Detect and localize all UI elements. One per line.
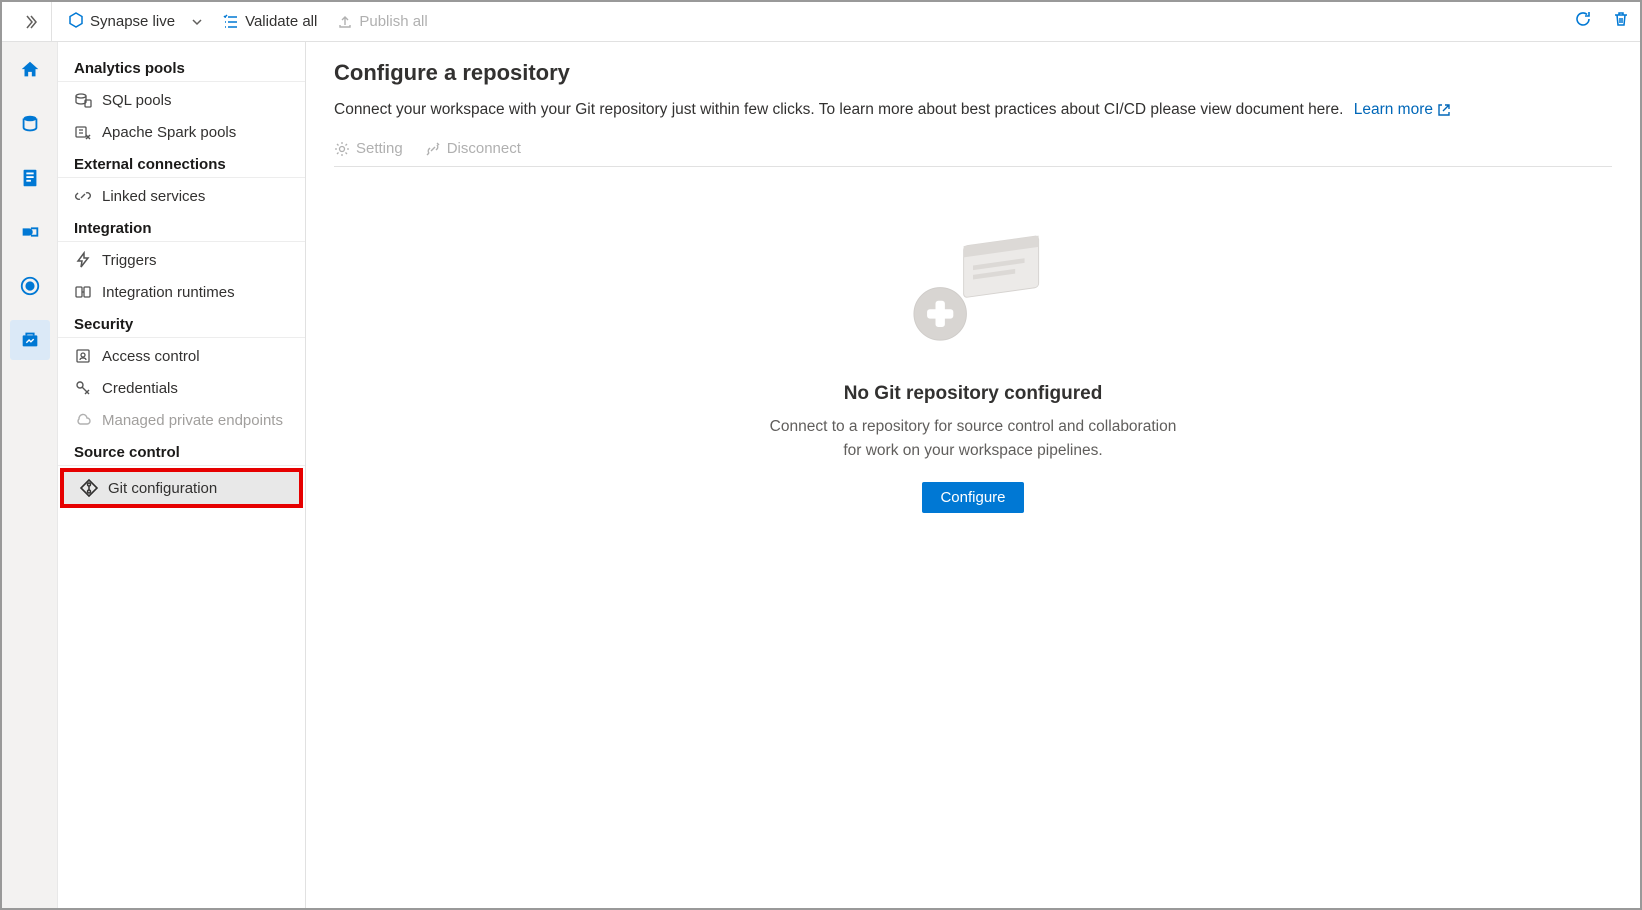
access-control-icon — [74, 347, 92, 365]
section-integration: Integration — [58, 212, 305, 242]
sidebar-item-git-configuration[interactable]: Git configuration — [64, 472, 299, 504]
page-description: Connect your workspace with your Git rep… — [334, 101, 1343, 118]
sidebar-item-label: Apache Spark pools — [102, 124, 236, 141]
sidebar-item-access-control[interactable]: Access control — [58, 340, 305, 372]
section-source-control: Source control — [58, 436, 305, 466]
sidebar-item-integration-runtimes[interactable]: Integration runtimes — [58, 276, 305, 308]
checklist-icon — [223, 14, 239, 30]
section-external-connections: External connections — [58, 148, 305, 178]
sidebar-item-label: Linked services — [102, 188, 205, 205]
sidebar-item-label: Managed private endpoints — [102, 412, 283, 429]
spark-pools-icon — [74, 123, 92, 141]
left-rail — [2, 42, 58, 908]
refresh-button[interactable] — [1570, 6, 1596, 37]
rail-data[interactable] — [10, 104, 50, 144]
empty-title: No Git repository configured — [844, 383, 1103, 405]
validate-label: Validate all — [245, 13, 317, 30]
git-icon — [80, 479, 98, 497]
validate-all-button[interactable]: Validate all — [219, 9, 321, 34]
disconnect-label: Disconnect — [447, 140, 521, 157]
section-security: Security — [58, 308, 305, 338]
learn-more-label: Learn more — [1354, 98, 1433, 121]
external-link-icon — [1437, 103, 1451, 117]
gear-icon — [334, 141, 350, 157]
publish-label: Publish all — [359, 13, 427, 30]
empty-state: No Git repository configured Connect to … — [334, 167, 1612, 890]
chevron-down-icon — [191, 16, 203, 28]
sidebar-item-label: Integration runtimes — [102, 284, 235, 301]
learn-more-link[interactable]: Learn more — [1354, 98, 1451, 121]
runtime-icon — [74, 283, 92, 301]
hexagon-icon — [68, 12, 84, 32]
empty-illustration — [898, 227, 1048, 367]
publish-all-button: Publish all — [333, 9, 431, 34]
highlight-box: Git configuration — [60, 468, 303, 508]
linked-services-icon — [74, 187, 92, 205]
rail-manage[interactable] — [10, 320, 50, 360]
setting-label: Setting — [356, 140, 403, 157]
sidebar-item-label: SQL pools — [102, 92, 172, 109]
rail-monitor[interactable] — [10, 266, 50, 306]
cloud-icon — [74, 411, 92, 429]
sidebar-item-label: Credentials — [102, 380, 178, 397]
page-title: Configure a repository — [334, 60, 1612, 86]
page-description-row: Connect your workspace with your Git rep… — [334, 98, 1612, 121]
sql-pools-icon — [74, 91, 92, 109]
main-content: Configure a repository Connect your work… — [306, 42, 1640, 908]
branch-selector[interactable]: Synapse live — [64, 8, 207, 36]
sidebar-item-label: Git configuration — [108, 480, 217, 497]
sidebar-item-triggers[interactable]: Triggers — [58, 244, 305, 276]
credentials-icon — [74, 379, 92, 397]
rail-integrate[interactable] — [10, 212, 50, 252]
rail-home[interactable] — [10, 50, 50, 90]
empty-subtitle: Connect to a repository for source contr… — [770, 415, 1177, 462]
sidebar-item-credentials[interactable]: Credentials — [58, 372, 305, 404]
rail-develop[interactable] — [10, 158, 50, 198]
upload-icon — [337, 14, 353, 30]
disconnect-action: Disconnect — [425, 140, 521, 157]
disconnect-icon — [425, 141, 441, 157]
sidebar-item-label: Triggers — [102, 252, 156, 269]
branch-label: Synapse live — [90, 13, 175, 30]
action-row: Setting Disconnect — [334, 131, 1612, 167]
delete-button[interactable] — [1608, 6, 1634, 37]
expand-nav-button[interactable] — [8, 2, 52, 41]
triggers-icon — [74, 251, 92, 269]
sidebar: Analytics pools SQL pools Apache Spark p… — [58, 42, 306, 908]
configure-button[interactable]: Configure — [922, 482, 1023, 513]
sidebar-item-label: Access control — [102, 348, 200, 365]
sidebar-item-linked-services[interactable]: Linked services — [58, 180, 305, 212]
section-analytics-pools: Analytics pools — [58, 52, 305, 82]
sidebar-item-spark-pools[interactable]: Apache Spark pools — [58, 116, 305, 148]
sidebar-item-managed-private-endpoints: Managed private endpoints — [58, 404, 305, 436]
top-toolbar: Synapse live Validate all Publish all — [2, 2, 1640, 42]
sidebar-item-sql-pools[interactable]: SQL pools — [58, 84, 305, 116]
setting-action: Setting — [334, 140, 403, 157]
